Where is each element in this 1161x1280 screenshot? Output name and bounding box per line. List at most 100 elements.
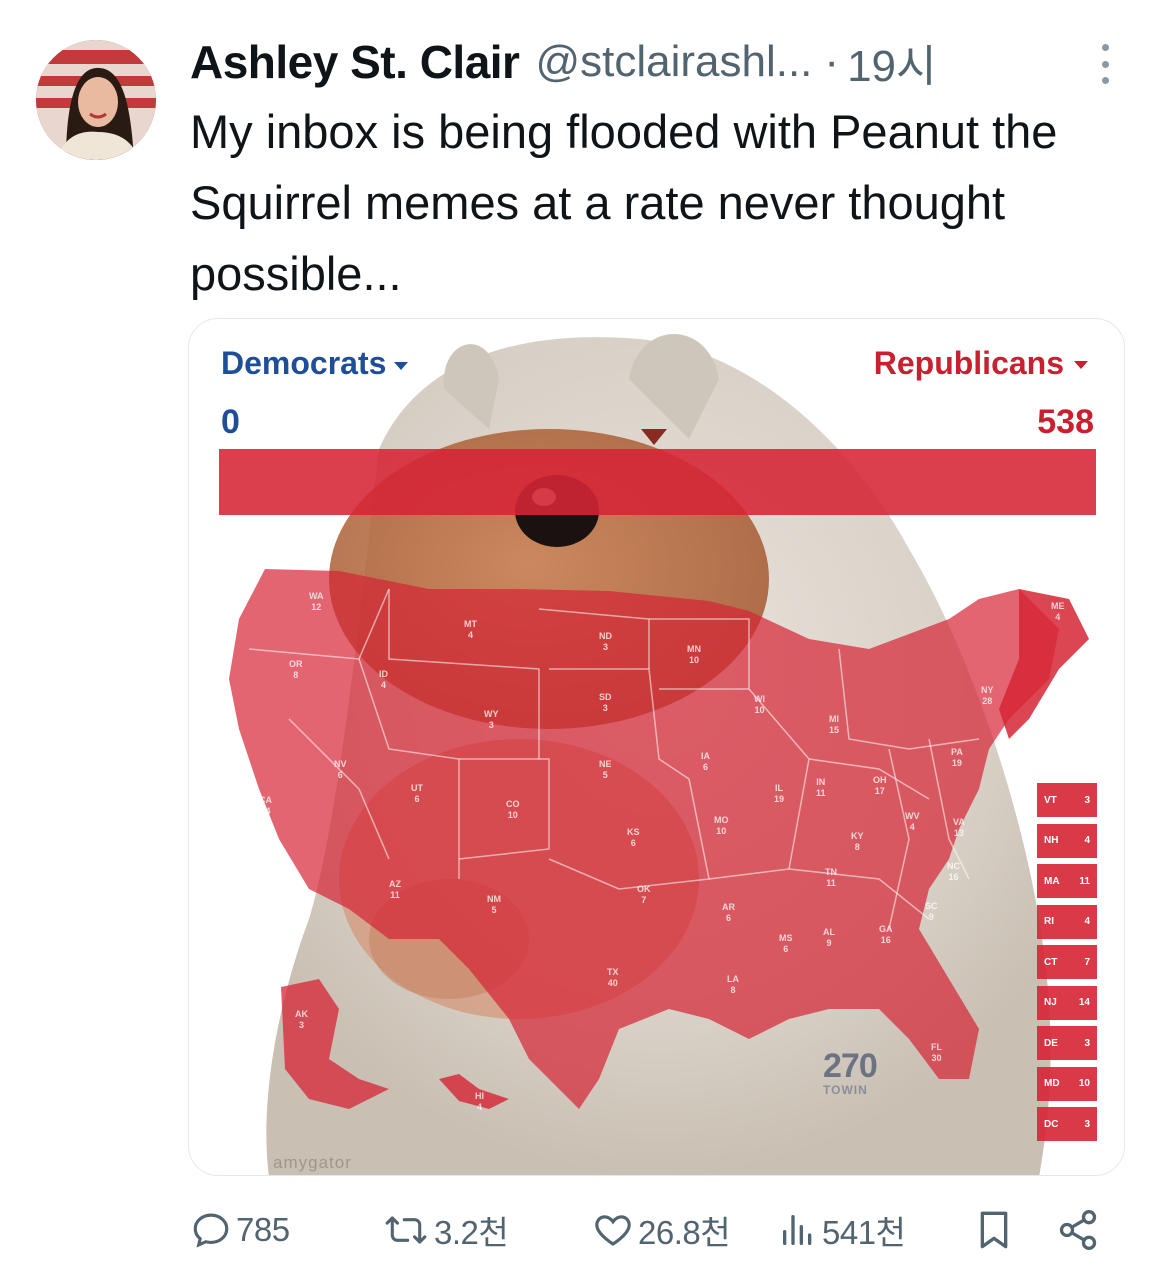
270towin-logo: 270 (823, 1047, 878, 1085)
squirrel-map-image (229, 334, 1089, 1175)
bookmark-icon (980, 1211, 1008, 1249)
state-ev: 5 (491, 905, 497, 915)
state-abbr: AL (823, 927, 835, 937)
state-ev: 17 (874, 786, 885, 796)
state-abbr: MS (779, 933, 793, 943)
state-ev: 9 (928, 912, 934, 922)
state-ev: 6 (630, 838, 636, 848)
small-state-abbr: MA (1044, 875, 1060, 887)
state-label-ut: UT 6 (411, 783, 423, 805)
state-label-va: VA 13 (953, 817, 965, 839)
small-state-ev: 3 (1084, 1037, 1090, 1049)
270towin-logo-sub: TOWIN (823, 1083, 868, 1097)
republicans-label[interactable]: Republicans (874, 345, 1088, 382)
author-name[interactable]: Ashley St. Clair (190, 35, 520, 89)
tweet-header: Ashley St. Clair @stclairashl... · 19시 (190, 34, 1121, 91)
views-count: 541천 (822, 1214, 906, 1251)
state-ev: 9 (826, 938, 832, 948)
small-state-abbr: DE (1044, 1037, 1058, 1049)
state-ev: 4 (1055, 612, 1061, 622)
state-label-il: IL 19 (774, 783, 784, 805)
state-abbr: PA (951, 747, 963, 757)
state-label-wv: WV 4 (905, 811, 920, 833)
timestamp[interactable]: 19시 (847, 30, 936, 94)
state-label-co: CO 10 (506, 799, 520, 821)
state-abbr: KS (627, 827, 640, 837)
democrats-label[interactable]: Democrats (221, 345, 409, 382)
state-label-mi: MI 15 (829, 714, 839, 736)
avatar[interactable] (36, 40, 156, 160)
small-state-ev: 4 (1084, 835, 1090, 846)
tweet-media[interactable]: Democrats 0 Republicans 538 WA 12 OR 8 CA 54 N… (188, 318, 1125, 1176)
state-abbr: NC (947, 861, 960, 871)
state-ev: 6 (337, 770, 343, 780)
state-abbr: AZ (389, 879, 401, 889)
state-ev: 4 (467, 630, 473, 640)
bookmark-button[interactable] (974, 1200, 1014, 1260)
repost-button[interactable]: 3.2천 (382, 1200, 509, 1260)
views-button[interactable]: 541천 (778, 1200, 906, 1260)
state-abbr: CO (506, 799, 520, 809)
author-handle[interactable]: @stclairashl... (535, 37, 812, 87)
state-abbr: SD (599, 692, 612, 702)
reply-count: 785 (236, 1211, 290, 1248)
share-button[interactable] (1056, 1200, 1100, 1260)
small-state-ri: RI 4 (1037, 904, 1097, 939)
state-label-wy: WY 3 (484, 709, 499, 731)
state-label-in: IN 11 (816, 777, 826, 799)
state-label-az: AZ 11 (389, 879, 401, 901)
state-abbr: CA (259, 795, 272, 805)
state-ev: 6 (702, 762, 708, 772)
state-ev: 11 (816, 788, 826, 798)
state-label-me: ME 4 (1051, 601, 1065, 623)
state-label-wa: WA 12 (309, 591, 324, 613)
state-abbr: OR (289, 659, 303, 669)
state-label-ok: OK 7 (637, 884, 651, 906)
small-state-abbr: RI (1044, 916, 1054, 927)
state-label-tx: TX 40 (607, 967, 619, 989)
state-ev: 54 (260, 806, 271, 816)
state-label-fl: FL 30 (931, 1042, 942, 1064)
state-label-id: ID 4 (379, 669, 388, 691)
state-ev: 3 (488, 720, 494, 730)
more-options-icon[interactable] (1095, 44, 1115, 84)
small-state-ev: 4 (1084, 916, 1090, 927)
state-abbr: IA (701, 751, 710, 761)
state-abbr: IN (816, 777, 826, 787)
state-label-ak: AK 3 (295, 1009, 308, 1031)
state-label-ny: NY 28 (981, 685, 994, 707)
state-abbr: NE (599, 759, 612, 769)
state-abbr: MI (829, 714, 839, 724)
state-ev: 5 (602, 770, 608, 780)
state-abbr: ME (1051, 601, 1065, 611)
state-ev: 8 (293, 670, 299, 680)
small-state-de: DE 3 (1037, 1026, 1097, 1060)
state-label-hi: HI 4 (475, 1091, 484, 1113)
state-label-sd: SD 3 (599, 692, 612, 714)
state-label-ca: CA 54 (259, 795, 272, 817)
separator-dot: · (824, 37, 840, 86)
state-abbr: WY (484, 709, 499, 719)
small-state-ev: 11 (1079, 875, 1090, 887)
state-ev: 6 (414, 794, 420, 804)
state-ev: 40 (607, 978, 618, 988)
avatar-image (36, 40, 156, 160)
small-state-ev: 3 (1084, 1118, 1090, 1130)
state-label-ia: IA 6 (701, 751, 710, 773)
state-label-la: LA 8 (727, 974, 739, 996)
state-ev: 11 (826, 878, 836, 888)
state-label-pa: PA 19 (951, 747, 963, 769)
state-abbr: OK (637, 884, 651, 894)
state-ev: 3 (602, 642, 608, 652)
state-ev: 4 (909, 822, 915, 832)
state-ev: 19 (951, 758, 962, 768)
reply-button[interactable]: 785 (190, 1200, 290, 1260)
state-label-ms: MS 6 (779, 933, 793, 955)
democrats-count: 0 (221, 403, 240, 441)
repost-icon (385, 1216, 427, 1244)
state-label-al: AL 9 (823, 927, 835, 949)
state-ev: 8 (730, 985, 736, 995)
tweet[interactable]: Ashley St. Clair @stclairashl... · 19시 M… (0, 0, 1161, 1280)
like-button[interactable]: 26.8천 (592, 1200, 731, 1260)
state-ev: 3 (602, 703, 608, 713)
